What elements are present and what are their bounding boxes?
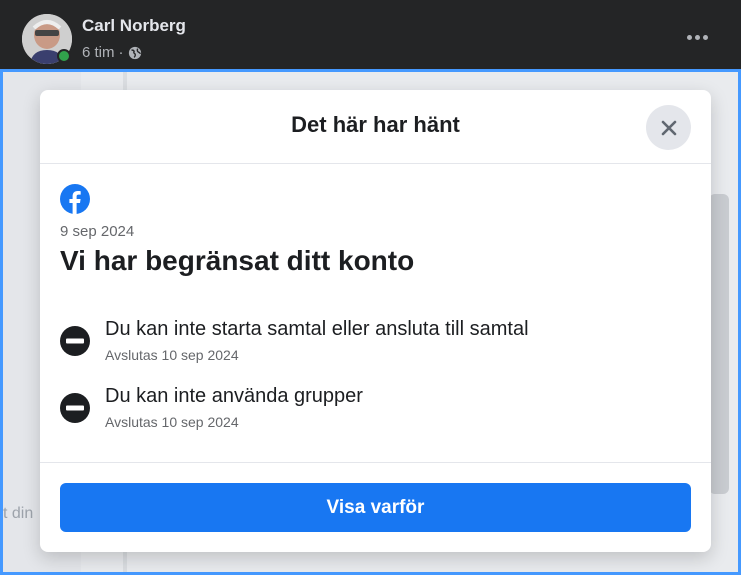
no-entry-icon — [60, 326, 90, 356]
meta-separator: · — [118, 44, 124, 61]
close-button[interactable] — [646, 105, 691, 150]
post-header: Carl Norberg 6 tim · — [0, 0, 741, 69]
online-status-dot — [57, 49, 71, 63]
notice-date: 9 sep 2024 — [60, 223, 135, 240]
show-why-button[interactable]: Visa varför — [60, 483, 691, 532]
restriction-end-date: Avslutas 10 sep 2024 — [105, 347, 239, 363]
post-time[interactable]: 6 tim — [82, 44, 115, 61]
more-options-icon[interactable] — [680, 22, 714, 52]
globe-icon — [128, 46, 141, 59]
background-card — [709, 194, 729, 494]
no-entry-icon — [60, 393, 90, 423]
restriction-text: Du kan inte använda grupper — [105, 385, 363, 407]
dialog-divider-top — [40, 163, 711, 164]
close-icon — [661, 120, 676, 135]
dialog-divider-bottom — [40, 462, 711, 463]
restriction-end-date: Avslutas 10 sep 2024 — [105, 414, 239, 430]
restriction-item: Du kan inte starta samtal eller ansluta … — [60, 318, 680, 368]
facebook-logo-icon — [60, 184, 90, 214]
restriction-dialog: Det här har hänt 9 sep 2024 Vi har begrä… — [40, 90, 711, 552]
notice-heading: Vi har begränsat ditt konto — [60, 245, 415, 276]
restriction-item: Du kan inte använda grupper Avslutas 10 … — [60, 385, 680, 435]
post-meta: 6 tim · — [82, 44, 142, 61]
background-hint-text: t din — [3, 505, 34, 522]
author-name[interactable]: Carl Norberg — [82, 16, 186, 36]
dialog-title: Det här har hänt — [291, 112, 460, 137]
restriction-text: Du kan inte starta samtal eller ansluta … — [105, 318, 529, 340]
